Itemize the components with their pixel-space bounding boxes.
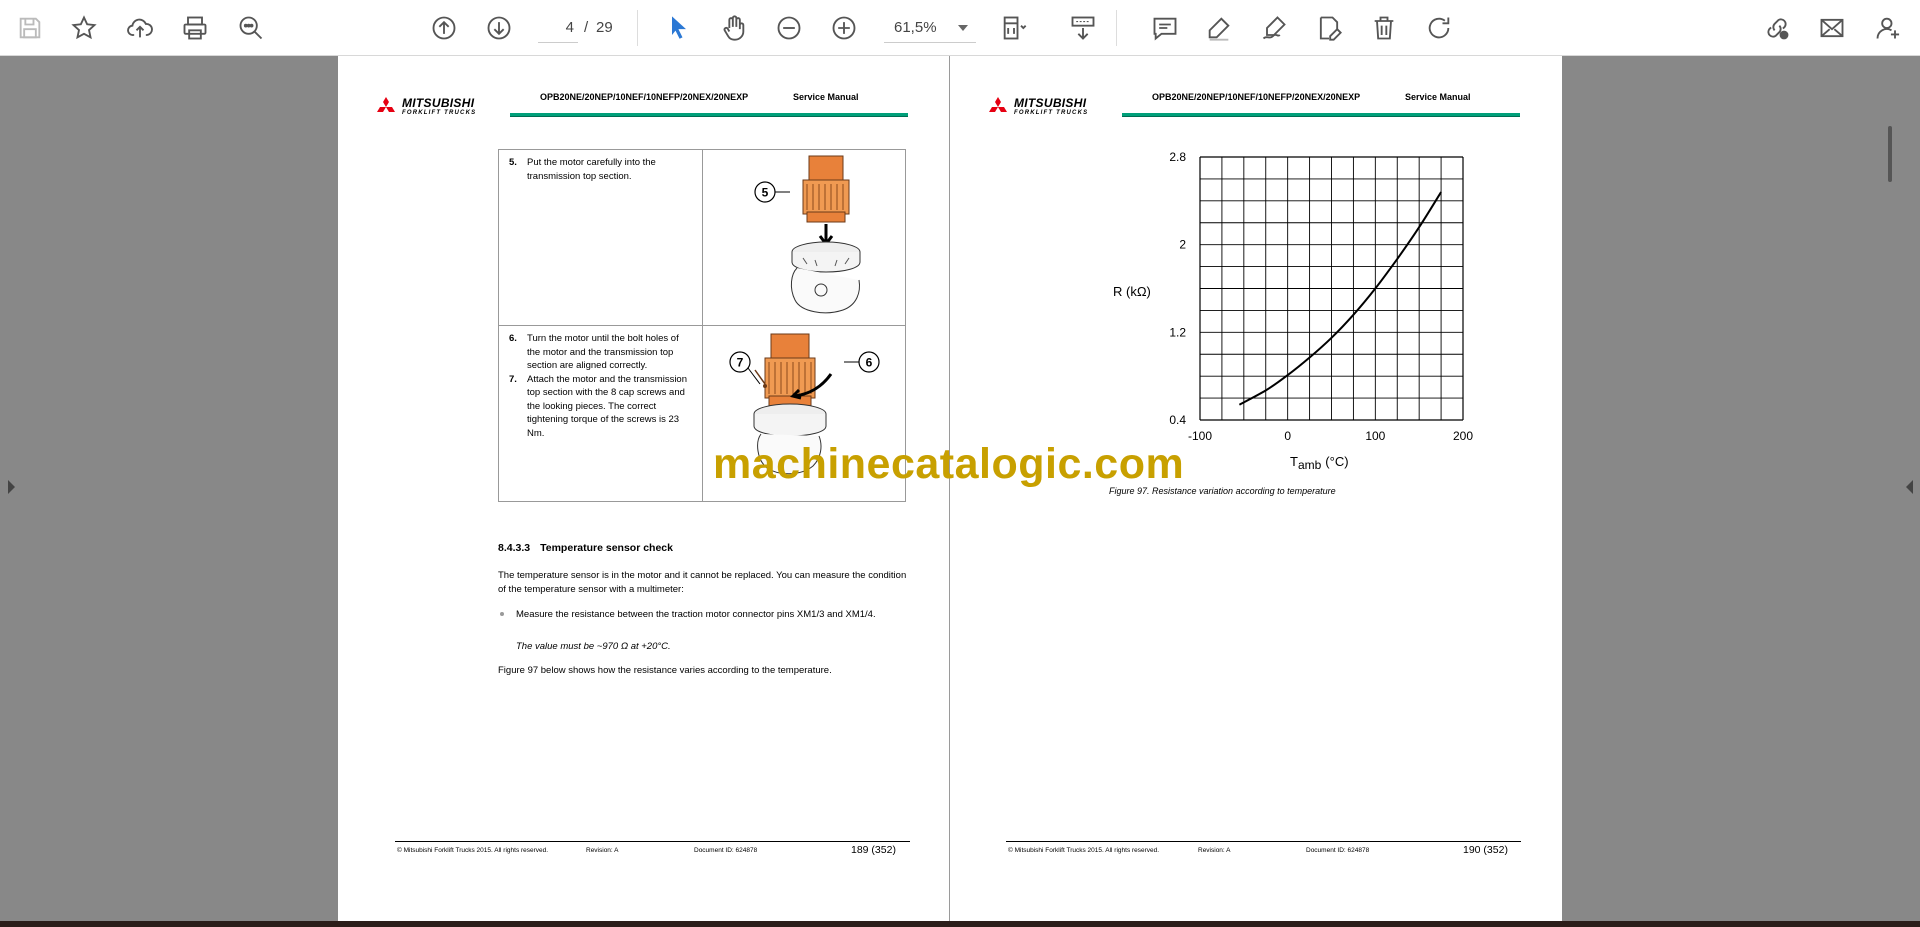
table-row: 5. Put the motor carefully into the trans… [499,150,905,326]
bottom-strip [0,921,1920,927]
step-number: 7. [509,373,517,385]
footer-copyright: © Mitsubishi Forklift Trucks 2015. All r… [397,847,549,854]
star-icon[interactable] [66,10,102,46]
zoom-out-icon[interactable] [771,10,807,46]
header-green-bar [510,113,908,117]
previous-page-icon[interactable] [426,10,462,46]
step-6: 6. Turn the motor until the bolt holes of… [509,332,694,373]
step-text: Turn the motor until the bolt holes of t… [527,333,679,371]
zoom-in-icon[interactable] [826,10,862,46]
page-total: 29 [596,19,613,36]
footer-rule [395,841,910,842]
right-panel-toggle-icon[interactable] [1906,480,1913,494]
x-tick-label: -100 [1188,429,1212,443]
page-fit-icon[interactable] [996,10,1032,46]
select-cursor-icon[interactable] [661,10,697,46]
email-icon[interactable] [1814,10,1850,46]
toolbar-separator [637,10,638,46]
footer-document-id: Document ID: 624878 [1306,847,1370,854]
value-note: The value must be ~970 Ω at +20°C. [516,641,671,652]
hand-tool-icon[interactable] [716,10,752,46]
x-axis-label-sub: amb [1298,458,1322,472]
brand-name: MITSUBISHI [402,96,475,110]
motor-insert-illustration [790,155,861,314]
x-tick-label: 0 [1284,429,1291,443]
bullet-item: Measure the resistance between the tract… [516,609,876,620]
zoom-level-dropdown[interactable]: 61,5% [884,13,976,43]
page-number: 190 (352) [1463,844,1508,856]
left-panel-toggle-icon[interactable] [8,480,15,494]
chart-grid [1199,156,1464,421]
step-6-7: 6. Turn the motor until the bolt holes of… [509,332,694,440]
highlight-pen-icon[interactable] [1201,10,1237,46]
step-number: 6. [509,333,517,344]
y-tick-label: 1.2 [1169,325,1186,339]
add-user-icon[interactable] [1870,10,1906,46]
step-7: 7. Attach the motor and the transmission … [509,373,694,441]
paragraph-intro: The temperature sensor is in the motor a… [498,570,907,595]
zoom-value: 61,5% [894,19,937,36]
x-tick-label: 200 [1453,429,1473,443]
step-text: Put the motor carefully into the transmi… [527,157,656,182]
step-5: 5. Put the motor carefully into the trans… [509,156,694,183]
three-diamonds-icon [377,97,395,112]
toolbar-separator [1116,10,1117,46]
scroll-mode-icon[interactable] [1065,10,1101,46]
save-icon[interactable] [12,10,48,46]
x-axis-label: Tamb (°C) [1290,454,1349,472]
edit-document-icon[interactable] [1311,10,1347,46]
footer-revision: Revision: A [586,847,619,854]
print-icon[interactable] [177,10,213,46]
watermark-text: machinecatalogic.com [713,440,1185,488]
y-axis-label: R (kΩ) [1113,284,1151,299]
y-tick-label: 2 [1179,238,1186,252]
delete-trash-icon[interactable] [1366,10,1402,46]
next-page-icon[interactable] [481,10,517,46]
vertical-scrollbar[interactable] [1888,126,1892,182]
rotate-icon[interactable] [1421,10,1457,46]
share-link-icon[interactable] [1759,10,1795,46]
header-manual-title: Service Manual [793,92,859,102]
brand-subtitle: FORKLIFT TRUCKS [402,110,477,116]
draw-signature-icon[interactable] [1256,10,1292,46]
footer-copyright: © Mitsubishi Forklift Trucks 2015. All r… [1008,847,1160,854]
x-axis-label-main: T [1290,454,1298,469]
section-title: Temperature sensor check [540,542,673,554]
page-separator: / [584,19,589,36]
paragraph-figure-ref: Figure 97 below shows how the resistance… [498,665,832,676]
zoom-search-icon[interactable] [233,10,269,46]
x-tick-label: 100 [1365,429,1385,443]
page-number-input[interactable] [538,13,578,43]
step-number: 5. [509,157,517,168]
toolbar: / 29 61,5% [0,0,1920,56]
x-axis-label-unit: (°C) [1325,454,1348,469]
comment-icon[interactable] [1147,10,1183,46]
chevron-down-icon [958,25,968,31]
page-number: 189 (352) [851,844,896,856]
section-heading: 8.4.3.3 Temperature sensor check [498,542,673,554]
mitsubishi-logo: MITSUBISHI FORKLIFT TRUCKS [374,97,494,119]
chart-points [1239,192,1441,405]
bullet-icon [500,612,504,616]
cloud-upload-icon[interactable] [122,10,158,46]
y-tick-label: 2.8 [1169,150,1186,164]
y-tick-label: 0.4 [1169,413,1186,427]
resistance-curve [1238,191,1442,406]
header-model: OPB20NE/20NEP/10NEF/10NEFP/20NEX/20NEXP [540,92,749,102]
footer-rule [1006,841,1521,842]
step-text: Attach the motor and the transmission to… [527,373,687,439]
footer-document-id: Document ID: 624878 [694,847,758,854]
footer-revision: Revision: A [1198,847,1231,854]
section-number: 8.4.3.3 [498,542,531,554]
chart-ticks: -100 0 100 200 0.4 1.2 2 2.8 [1169,150,1473,443]
